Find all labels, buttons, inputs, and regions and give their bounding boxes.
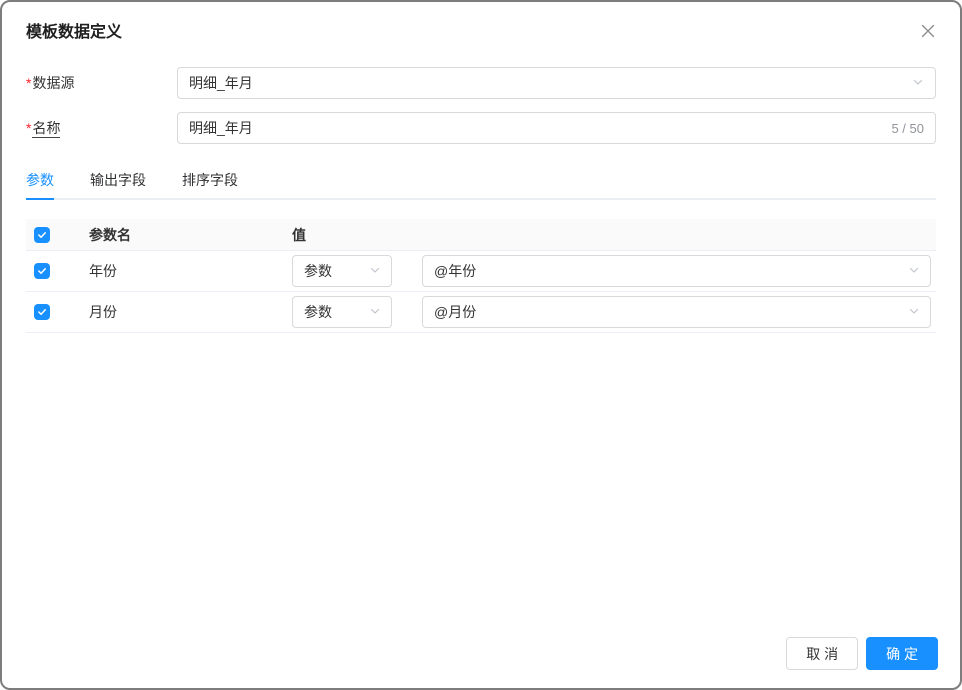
param-type-select[interactable]: 参数 [292,255,392,287]
table-header-row: 参数名 值 [26,219,936,251]
param-name: 年份 [89,263,117,279]
row-checkbox[interactable] [34,304,50,320]
parameter-table: 参数名 值 年份 参数 @年份 月份 参数 @月份 [26,219,936,333]
name-input[interactable]: 明细_年月 5 / 50 [177,112,936,144]
param-value-select[interactable]: @年份 [422,255,931,287]
tab-sort-fields[interactable]: 排序字段 [182,160,238,198]
required-asterisk: * [26,120,32,136]
template-data-dialog: 模板数据定义 *数据源 明细_年月 *名称 明细_年月 5 / 50 参数 输出… [0,0,962,690]
datasource-row: *数据源 明细_年月 [26,67,936,99]
dialog-header: 模板数据定义 [2,2,960,44]
confirm-button[interactable]: 确 定 [866,637,938,670]
chevron-down-icon [369,263,381,279]
chevron-down-icon [912,75,924,91]
datasource-select[interactable]: 明细_年月 [177,67,936,99]
name-value: 明细_年月 [189,120,253,136]
row-checkbox[interactable] [34,263,50,279]
chevron-down-icon [908,263,920,279]
table-row: 年份 参数 @年份 [26,251,936,292]
datasource-value: 明细_年月 [189,75,253,91]
tab-parameters[interactable]: 参数 [26,160,54,200]
name-label: *名称 [26,120,61,138]
dialog-title: 模板数据定义 [26,24,123,41]
tab-output-fields[interactable]: 输出字段 [90,160,146,198]
cancel-button[interactable]: 取 消 [786,637,859,670]
name-row: *名称 明细_年月 5 / 50 [26,112,936,144]
chevron-down-icon [369,304,381,320]
param-value-select[interactable]: @月份 [422,296,931,328]
param-type-select[interactable]: 参数 [292,296,392,328]
required-asterisk: * [26,75,32,91]
dialog-footer: 取 消 确 定 [786,637,938,670]
header-param-name: 参数名 [89,226,131,243]
close-button[interactable] [916,20,940,44]
param-name: 月份 [89,304,117,320]
chevron-down-icon [908,304,920,320]
header-value: 值 [292,226,306,243]
char-counter: 5 / 50 [891,120,924,136]
datasource-label: *数据源 [26,75,75,91]
table-row: 月份 参数 @月份 [26,292,936,333]
tab-bar: 参数 输出字段 排序字段 [26,160,936,200]
select-all-checkbox[interactable] [34,226,50,243]
close-icon [920,23,936,42]
